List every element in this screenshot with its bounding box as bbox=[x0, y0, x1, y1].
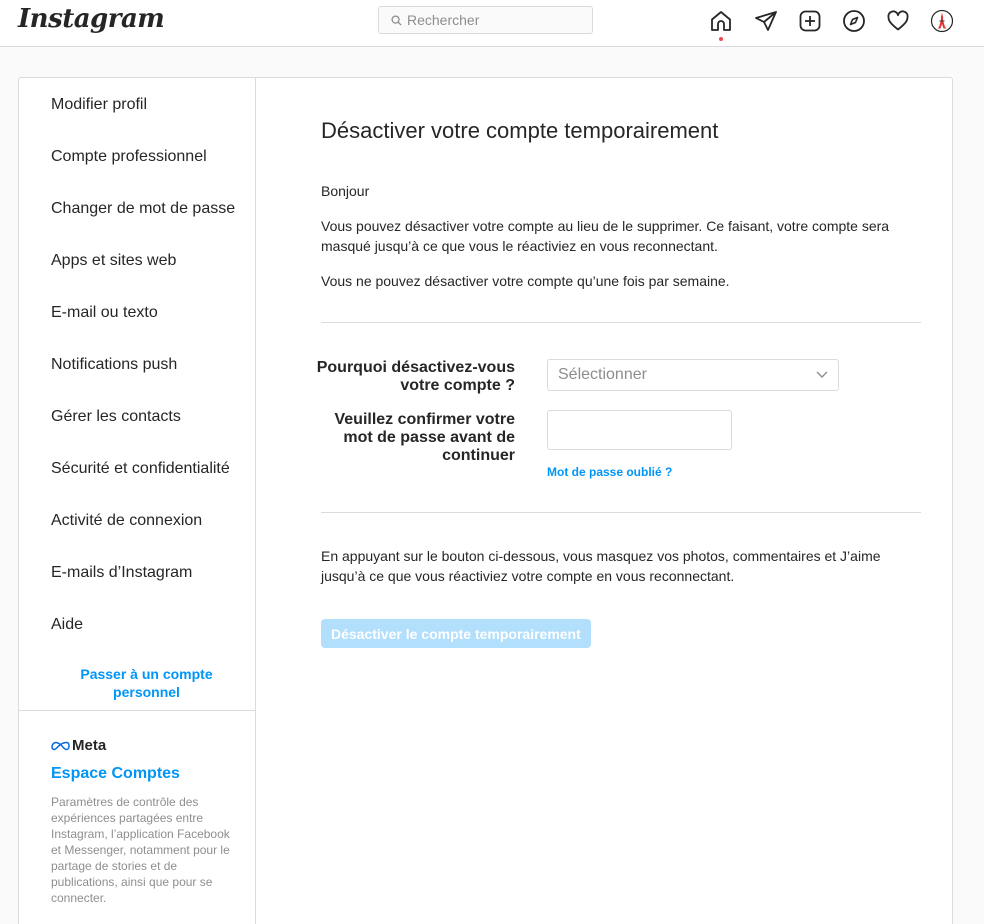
sidebar-item-privacy-security[interactable]: Sécurité et confidentialité bbox=[51, 460, 230, 478]
section-divider bbox=[321, 512, 921, 513]
new-post-button[interactable] bbox=[797, 8, 823, 34]
warning-paragraph: En appuyant sur le bouton ci-dessous, vo… bbox=[321, 548, 881, 584]
settings-sidebar: Modifier profil Compte professionnel Cha… bbox=[19, 78, 256, 924]
reason-select-value: Sélectionner bbox=[558, 366, 647, 383]
activity-button[interactable] bbox=[885, 8, 911, 34]
section-divider bbox=[321, 322, 921, 323]
sidebar-item-apps-websites[interactable]: Apps et sites web bbox=[51, 252, 176, 270]
search-icon bbox=[391, 14, 402, 26]
heart-icon bbox=[887, 10, 909, 31]
chevron-down-icon bbox=[816, 371, 828, 378]
sidebar-item-edit-profile[interactable]: Modifier profil bbox=[51, 96, 147, 114]
accounts-center-description: Paramètres de contrôle des expériences p… bbox=[51, 795, 230, 905]
sidebar-item-change-password[interactable]: Changer de mot de passe bbox=[51, 200, 235, 218]
sidebar-item-manage-contacts[interactable]: Gérer les contacts bbox=[51, 408, 181, 426]
avatar bbox=[930, 9, 954, 33]
sidebar-item-email-sms[interactable]: E-mail ou texto bbox=[51, 304, 158, 322]
weekly-limit-paragraph: Vous ne pouvez désactiver votre compte q… bbox=[321, 273, 730, 289]
sidebar-item-login-activity[interactable]: Activité de connexion bbox=[51, 512, 202, 530]
explore-icon bbox=[843, 10, 865, 32]
switch-to-personal-account-link[interactable]: Passer à un compte personnel bbox=[59, 665, 234, 701]
settings-panel: Modifier profil Compte professionnel Cha… bbox=[18, 77, 953, 924]
home-button[interactable] bbox=[708, 8, 734, 34]
forgot-password-link[interactable]: Mot de passe oublié ? bbox=[547, 465, 672, 479]
sidebar-item-instagram-emails[interactable]: E-mails d’Instagram bbox=[51, 564, 192, 582]
direct-icon bbox=[755, 11, 777, 31]
home-icon bbox=[711, 11, 731, 31]
instagram-logo[interactable]: Instagram bbox=[18, 4, 165, 34]
deactivate-button[interactable]: Désactiver le compte temporairement bbox=[321, 619, 591, 648]
new-post-icon bbox=[799, 10, 821, 32]
sidebar-item-help[interactable]: Aide bbox=[51, 616, 83, 634]
password-label: Veuillez confirmer votre mot de passe av… bbox=[334, 411, 515, 464]
sidebar-item-professional-account[interactable]: Compte professionnel bbox=[51, 148, 207, 166]
explore-button[interactable] bbox=[841, 8, 867, 34]
sidebar-item-push-notifications[interactable]: Notifications push bbox=[51, 356, 177, 374]
search-box[interactable] bbox=[378, 6, 593, 34]
accounts-center-link[interactable]: Espace Comptes bbox=[51, 765, 180, 783]
meta-logo: Meta bbox=[51, 737, 106, 754]
search-input[interactable] bbox=[407, 12, 577, 28]
profile-button[interactable] bbox=[929, 8, 955, 34]
reason-label: Pourquoi désactivez-vous votre compte ? bbox=[316, 359, 515, 394]
reason-select[interactable]: Sélectionner bbox=[547, 359, 839, 391]
sidebar-divider bbox=[19, 710, 256, 711]
notification-dot bbox=[719, 37, 723, 41]
meta-logo-text: Meta bbox=[72, 737, 107, 754]
meta-infinity-icon bbox=[51, 741, 70, 750]
page-title: Désactiver votre compte temporairement bbox=[321, 118, 719, 143]
direct-button[interactable] bbox=[753, 8, 779, 34]
top-navigation-bar: Instagram bbox=[0, 0, 984, 47]
password-field[interactable] bbox=[547, 410, 732, 450]
greeting-text: Bonjour bbox=[321, 183, 370, 199]
intro-paragraph: Vous pouvez désactiver votre compte au l… bbox=[321, 218, 890, 254]
